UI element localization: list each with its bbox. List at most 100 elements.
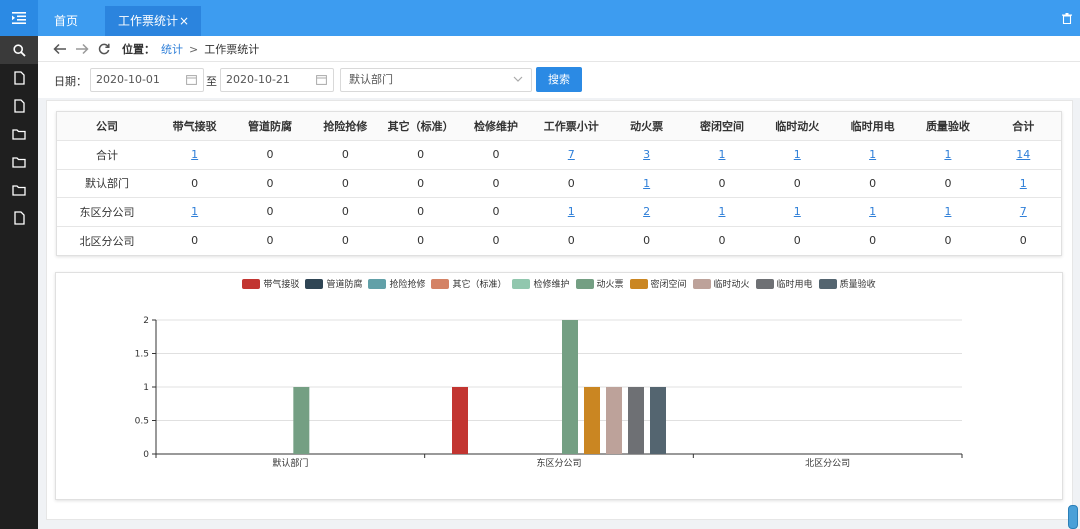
- refresh-icon: [98, 43, 110, 54]
- rail-folder-1[interactable]: [0, 120, 38, 148]
- tab-close-icon[interactable]: ×: [179, 6, 189, 36]
- y-tick-label: 0.5: [135, 417, 149, 427]
- row-company: 北区分公司: [79, 234, 135, 248]
- arrow-right-icon: [76, 43, 89, 54]
- count-link[interactable]: 1: [834, 140, 911, 170]
- legend-item[interactable]: 动火票: [575, 277, 624, 290]
- end-date-input[interactable]: 2020-10-21: [220, 68, 334, 92]
- legend-item[interactable]: 检修维护: [512, 277, 570, 290]
- count-link[interactable]: 1: [910, 140, 986, 170]
- rail-folder-3[interactable]: [0, 176, 38, 204]
- legend-item[interactable]: 密闭空间: [629, 277, 687, 290]
- tab-ticket-stats[interactable]: 工作票统计 ×: [105, 6, 201, 36]
- trash-icon[interactable]: [1062, 13, 1072, 24]
- legend-label: 管道防腐: [326, 280, 363, 290]
- table-row: 合计 1 0 0 0 0 7 3 1 1 1 1 14: [57, 140, 1061, 170]
- count-link[interactable]: 1: [759, 197, 835, 227]
- side-rail: [0, 0, 38, 529]
- legend-item[interactable]: 抢险抢修: [368, 277, 425, 290]
- y-tick-label: 0: [143, 450, 149, 460]
- rail-file-1[interactable]: [0, 64, 38, 92]
- menu-toggle[interactable]: [0, 0, 38, 36]
- count-link[interactable]: 2: [608, 197, 685, 227]
- count-cell: 0: [759, 169, 835, 198]
- refresh-button[interactable]: [94, 39, 114, 59]
- legend-item[interactable]: 带气接驳: [242, 277, 299, 290]
- breadcrumb-separator: >: [189, 42, 199, 56]
- legend-label: 密闭空间: [650, 280, 687, 290]
- count-link[interactable]: 1: [985, 169, 1061, 198]
- bar: [562, 320, 578, 454]
- table-row: 默认部门 0 0 0 0 0 0 1 0 0 0 0 1: [57, 169, 1061, 198]
- folder-icon: [12, 129, 26, 140]
- chart-card: 带气接驳 管道防腐 抢险抢修 其它（标准） 检修维护 动火票 密闭空间 临时动火 临时用电 质量验…: [55, 272, 1063, 500]
- legend-item[interactable]: 其它（标准）: [431, 277, 506, 290]
- rail-search[interactable]: [0, 36, 38, 64]
- legend-item[interactable]: 临时用电: [755, 277, 813, 290]
- legend-swatch: [629, 278, 648, 289]
- start-date-value: 2020-10-01: [96, 73, 160, 86]
- scroll-indicator[interactable]: [1068, 505, 1078, 529]
- count-cell: 0: [417, 234, 425, 247]
- table-row: 北区分公司 0 0 0 0 0 0 0 0 0 0 0 0: [57, 226, 1061, 255]
- legend-swatch: [755, 278, 774, 289]
- department-value: 默认部门: [349, 73, 393, 86]
- count-cell: 0: [307, 197, 383, 227]
- count-cell: 0: [307, 140, 383, 170]
- bar: [628, 387, 644, 454]
- rail-file-3[interactable]: [0, 204, 38, 232]
- file-icon: [13, 99, 25, 113]
- legend-swatch: [368, 278, 387, 289]
- start-date-input[interactable]: 2020-10-01: [90, 68, 204, 92]
- count-link[interactable]: 1: [834, 197, 911, 227]
- count-cell: 0: [157, 169, 233, 198]
- forward-button[interactable]: [72, 39, 92, 59]
- count-link[interactable]: 1: [684, 140, 760, 170]
- count-link[interactable]: 1: [684, 197, 760, 227]
- count-link[interactable]: 1: [910, 197, 986, 227]
- stats-table-card: 公司 带气接驳 管道防腐 抢险抢修 其它（标准） 检修维护 工作票小计 动火票 密闭空间 临时动火…: [56, 111, 1062, 256]
- count-link[interactable]: 1: [759, 140, 835, 170]
- count-cell: 0: [307, 169, 383, 198]
- count-cell: 0: [382, 169, 459, 198]
- count-cell: 0: [382, 197, 459, 227]
- bar-chart: 0 0.5 1 1.5 2 默认部门 东区分公司 北区分公司: [135, 316, 963, 469]
- rail-file-2[interactable]: [0, 92, 38, 120]
- bar: [650, 387, 666, 454]
- legend-item[interactable]: 临时动火: [692, 277, 750, 290]
- bar: [293, 387, 310, 454]
- x-tick-label: 东区分公司: [536, 457, 581, 469]
- tab-home[interactable]: 首页: [50, 6, 82, 36]
- count-link[interactable]: 3: [608, 140, 685, 170]
- rail-folder-2[interactable]: [0, 148, 38, 176]
- column-header: 公司: [57, 112, 157, 141]
- count-link[interactable]: 1: [608, 169, 685, 198]
- column-header: 密闭空间: [684, 112, 760, 141]
- breadcrumb-link-stats[interactable]: 统计: [161, 43, 183, 56]
- x-tick-label: 默认部门: [272, 457, 308, 469]
- calendar-icon: [186, 75, 197, 85]
- count-link[interactable]: 7: [985, 197, 1061, 227]
- menu-icon: [12, 12, 26, 24]
- count-cell: 0: [458, 169, 534, 198]
- count-link[interactable]: 1: [533, 197, 609, 227]
- department-select[interactable]: 默认部门: [340, 68, 532, 92]
- count-cell: 0: [232, 169, 308, 198]
- legend-label: 其它（标准）: [452, 280, 507, 290]
- legend-item[interactable]: 管道防腐: [305, 277, 362, 290]
- legend-swatch: [512, 278, 531, 289]
- count-link[interactable]: 7: [533, 140, 609, 170]
- count-link[interactable]: 14: [985, 140, 1061, 170]
- y-tick-label: 1: [143, 383, 149, 393]
- search-button[interactable]: 搜索: [536, 67, 582, 92]
- legend-item[interactable]: 质量验收: [818, 277, 876, 290]
- count-link[interactable]: 1: [157, 197, 233, 227]
- legend-swatch: [242, 278, 261, 289]
- count-link[interactable]: 1: [157, 140, 233, 170]
- tab-label: 工作票统计: [118, 14, 179, 28]
- column-header: 检修维护: [458, 112, 534, 141]
- back-button[interactable]: [50, 39, 70, 59]
- legend-swatch: [431, 278, 450, 289]
- count-cell: 0: [232, 197, 308, 227]
- count-cell: 0: [869, 234, 877, 247]
